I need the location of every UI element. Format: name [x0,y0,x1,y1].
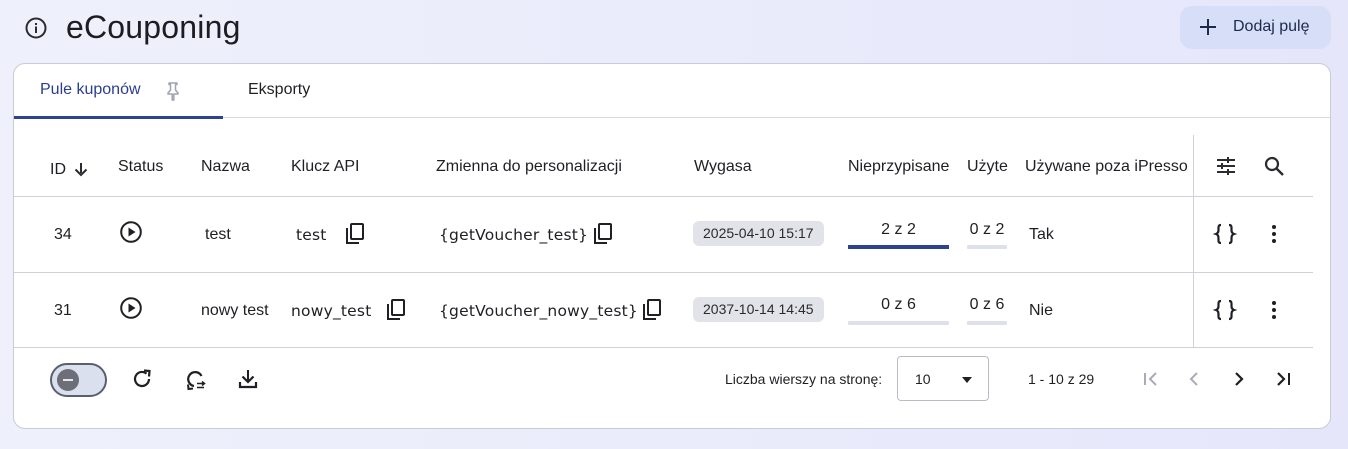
tab-exports[interactable]: Eksporty [248,64,338,118]
used-progress [967,321,1007,325]
column-header-status[interactable]: Status [118,158,163,176]
row-divider [14,272,1313,273]
column-header-id[interactable]: ID [50,158,89,179]
cell-variable: {getVoucher_test} [439,226,589,244]
active-only-toggle[interactable] [50,363,107,397]
search-icon[interactable] [1262,154,1286,178]
unassigned-count: 0 z 6 [881,296,916,313]
column-header-used[interactable]: Użyte [967,158,1008,176]
page-header: eCouponing Dodaj pulę [0,0,1348,56]
column-header-expires[interactable]: Wygasa [694,158,752,176]
previous-page-icon[interactable] [1182,367,1206,391]
expiry-date-chip: 2037-10-14 14:45 [693,297,824,322]
expiry-date-chip: 2025-04-10 15:17 [693,221,824,246]
column-header-id-label: ID [50,161,66,178]
first-page-icon[interactable] [1139,367,1163,391]
rows-per-page-select[interactable]: 10 [897,356,989,401]
cell-api-key: test [296,226,327,244]
more-vertical-icon[interactable] [1262,222,1286,246]
play-circle-icon[interactable] [119,220,143,244]
used-progress [967,245,1007,249]
auto-refresh-icon[interactable] [183,367,209,393]
unassigned-progress [848,321,949,325]
rows-per-page-value: 10 [915,371,931,387]
tab-exports-label: Eksporty [248,81,311,98]
table-bottom-divider [14,347,1313,348]
add-pool-label: Dodaj pulę [1233,18,1310,35]
rows-per-page-label: Liczba wierszy na stronę: [725,371,883,387]
copy-icon[interactable] [641,298,663,322]
header-divider [14,196,1313,197]
plus-icon [1200,19,1216,35]
cell-variable: {getVoucher_nowy_test} [439,302,638,320]
tab-bar: Pule kuponów Eksporty [14,64,1330,119]
sort-arrow-down-icon[interactable] [73,161,89,177]
refresh-icon[interactable] [130,367,154,391]
tab-coupon-pools[interactable]: Pule kuponów [14,64,223,119]
play-circle-icon[interactable] [119,296,143,320]
cell-outside-ipresso: Nie [1029,302,1054,319]
column-header-outside-ipresso[interactable]: Używane poza iPresso [1025,158,1188,176]
unassigned-progress [848,245,949,249]
column-header-name[interactable]: Nazwa [201,158,250,176]
pin-icon[interactable] [164,81,182,101]
download-icon[interactable] [236,367,260,391]
cell-id: 34 [54,226,72,243]
used-count: 0 z 2 [969,221,1005,238]
copy-icon[interactable] [592,222,614,246]
cell-outside-ipresso: Tak [1029,226,1054,243]
active-tab-indicator [14,116,223,119]
tab-coupon-pools-label: Pule kuponów [40,81,141,98]
column-header-variable[interactable]: Zmienna do personalizacji [436,158,622,176]
info-icon[interactable] [24,16,48,40]
unassigned-count: 2 z 2 [881,221,916,238]
copy-icon[interactable] [344,222,366,246]
actions-column-divider [1193,135,1194,347]
copy-icon[interactable] [385,298,407,322]
toggle-knob [57,369,79,391]
next-page-icon[interactable] [1227,367,1251,391]
code-braces-icon[interactable] [1213,298,1237,322]
unassigned-progress-fill [848,245,949,249]
page-title: eCouponing [66,9,241,45]
cell-name: nowy test [201,302,269,319]
last-page-icon[interactable] [1271,367,1295,391]
code-braces-icon[interactable] [1213,222,1237,246]
used-count: 0 z 6 [969,296,1005,313]
chevron-down-icon [962,377,972,383]
pagination-range: 1 - 10 z 29 [1028,371,1095,387]
column-header-unassigned[interactable]: Nieprzypisane [848,158,949,176]
add-pool-button[interactable]: Dodaj pulę [1180,6,1331,49]
cell-id: 31 [54,302,72,319]
cell-name: test [205,226,231,243]
cell-api-key: nowy_test [291,302,372,320]
column-header-api-key[interactable]: Klucz API [291,158,359,176]
more-vertical-icon[interactable] [1262,298,1286,322]
pools-card: Pule kuponów Eksporty ID Status Nazwa Kl… [13,63,1331,429]
column-settings-icon[interactable] [1214,154,1238,178]
